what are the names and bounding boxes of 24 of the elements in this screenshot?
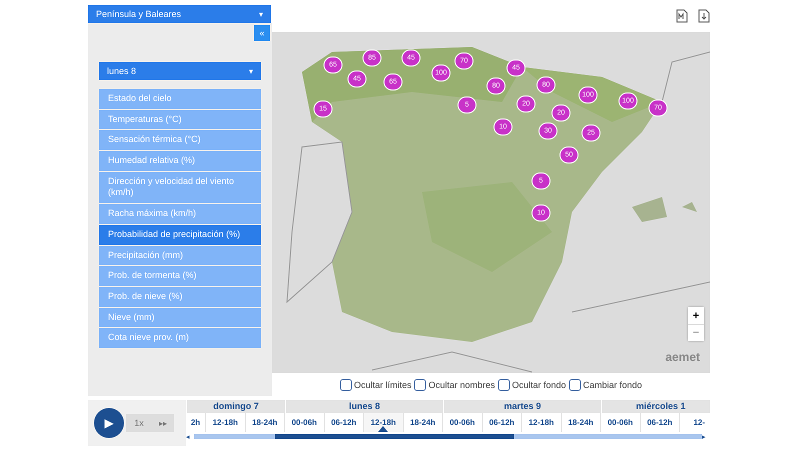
checkbox-option[interactable]: Ocultar fondo [498, 379, 566, 391]
day-header: martes 9 [443, 400, 601, 413]
caret-icon: ▾ [249, 66, 253, 76]
day-header: lunes 8 [285, 400, 443, 413]
scrollbar-thumb[interactable] [275, 434, 514, 439]
speed-button[interactable]: 1x [126, 417, 152, 429]
fast-forward-button[interactable]: ▸▸ [152, 418, 174, 428]
day-header: miércoles 1 [601, 400, 710, 413]
day-header: domingo 7 [186, 400, 285, 413]
zoom-in-button[interactable]: + [688, 307, 704, 324]
caret-icon: ▾ [259, 10, 263, 18]
region-dropdown[interactable]: Península y Baleares ▾ [88, 5, 271, 23]
day-dropdown[interactable]: lunes 8 ▾ [99, 62, 261, 80]
checkbox-option[interactable]: Ocultar límites [340, 379, 412, 391]
collapse-button[interactable]: « [254, 25, 270, 41]
time-slot[interactable]: 12-18h [364, 413, 404, 432]
checkbox-option[interactable]: Ocultar nombres [414, 379, 495, 391]
play-button[interactable]: ▶ [94, 408, 124, 438]
variable-item[interactable]: Probabilidad de precipitación (%) [99, 224, 261, 244]
zoom-out-button[interactable]: − [688, 324, 704, 341]
download-icon[interactable] [698, 9, 710, 23]
logo: aemet [665, 350, 700, 364]
document-m-icon[interactable] [676, 9, 688, 23]
checkbox-option[interactable]: Cambiar fondo [569, 379, 642, 391]
